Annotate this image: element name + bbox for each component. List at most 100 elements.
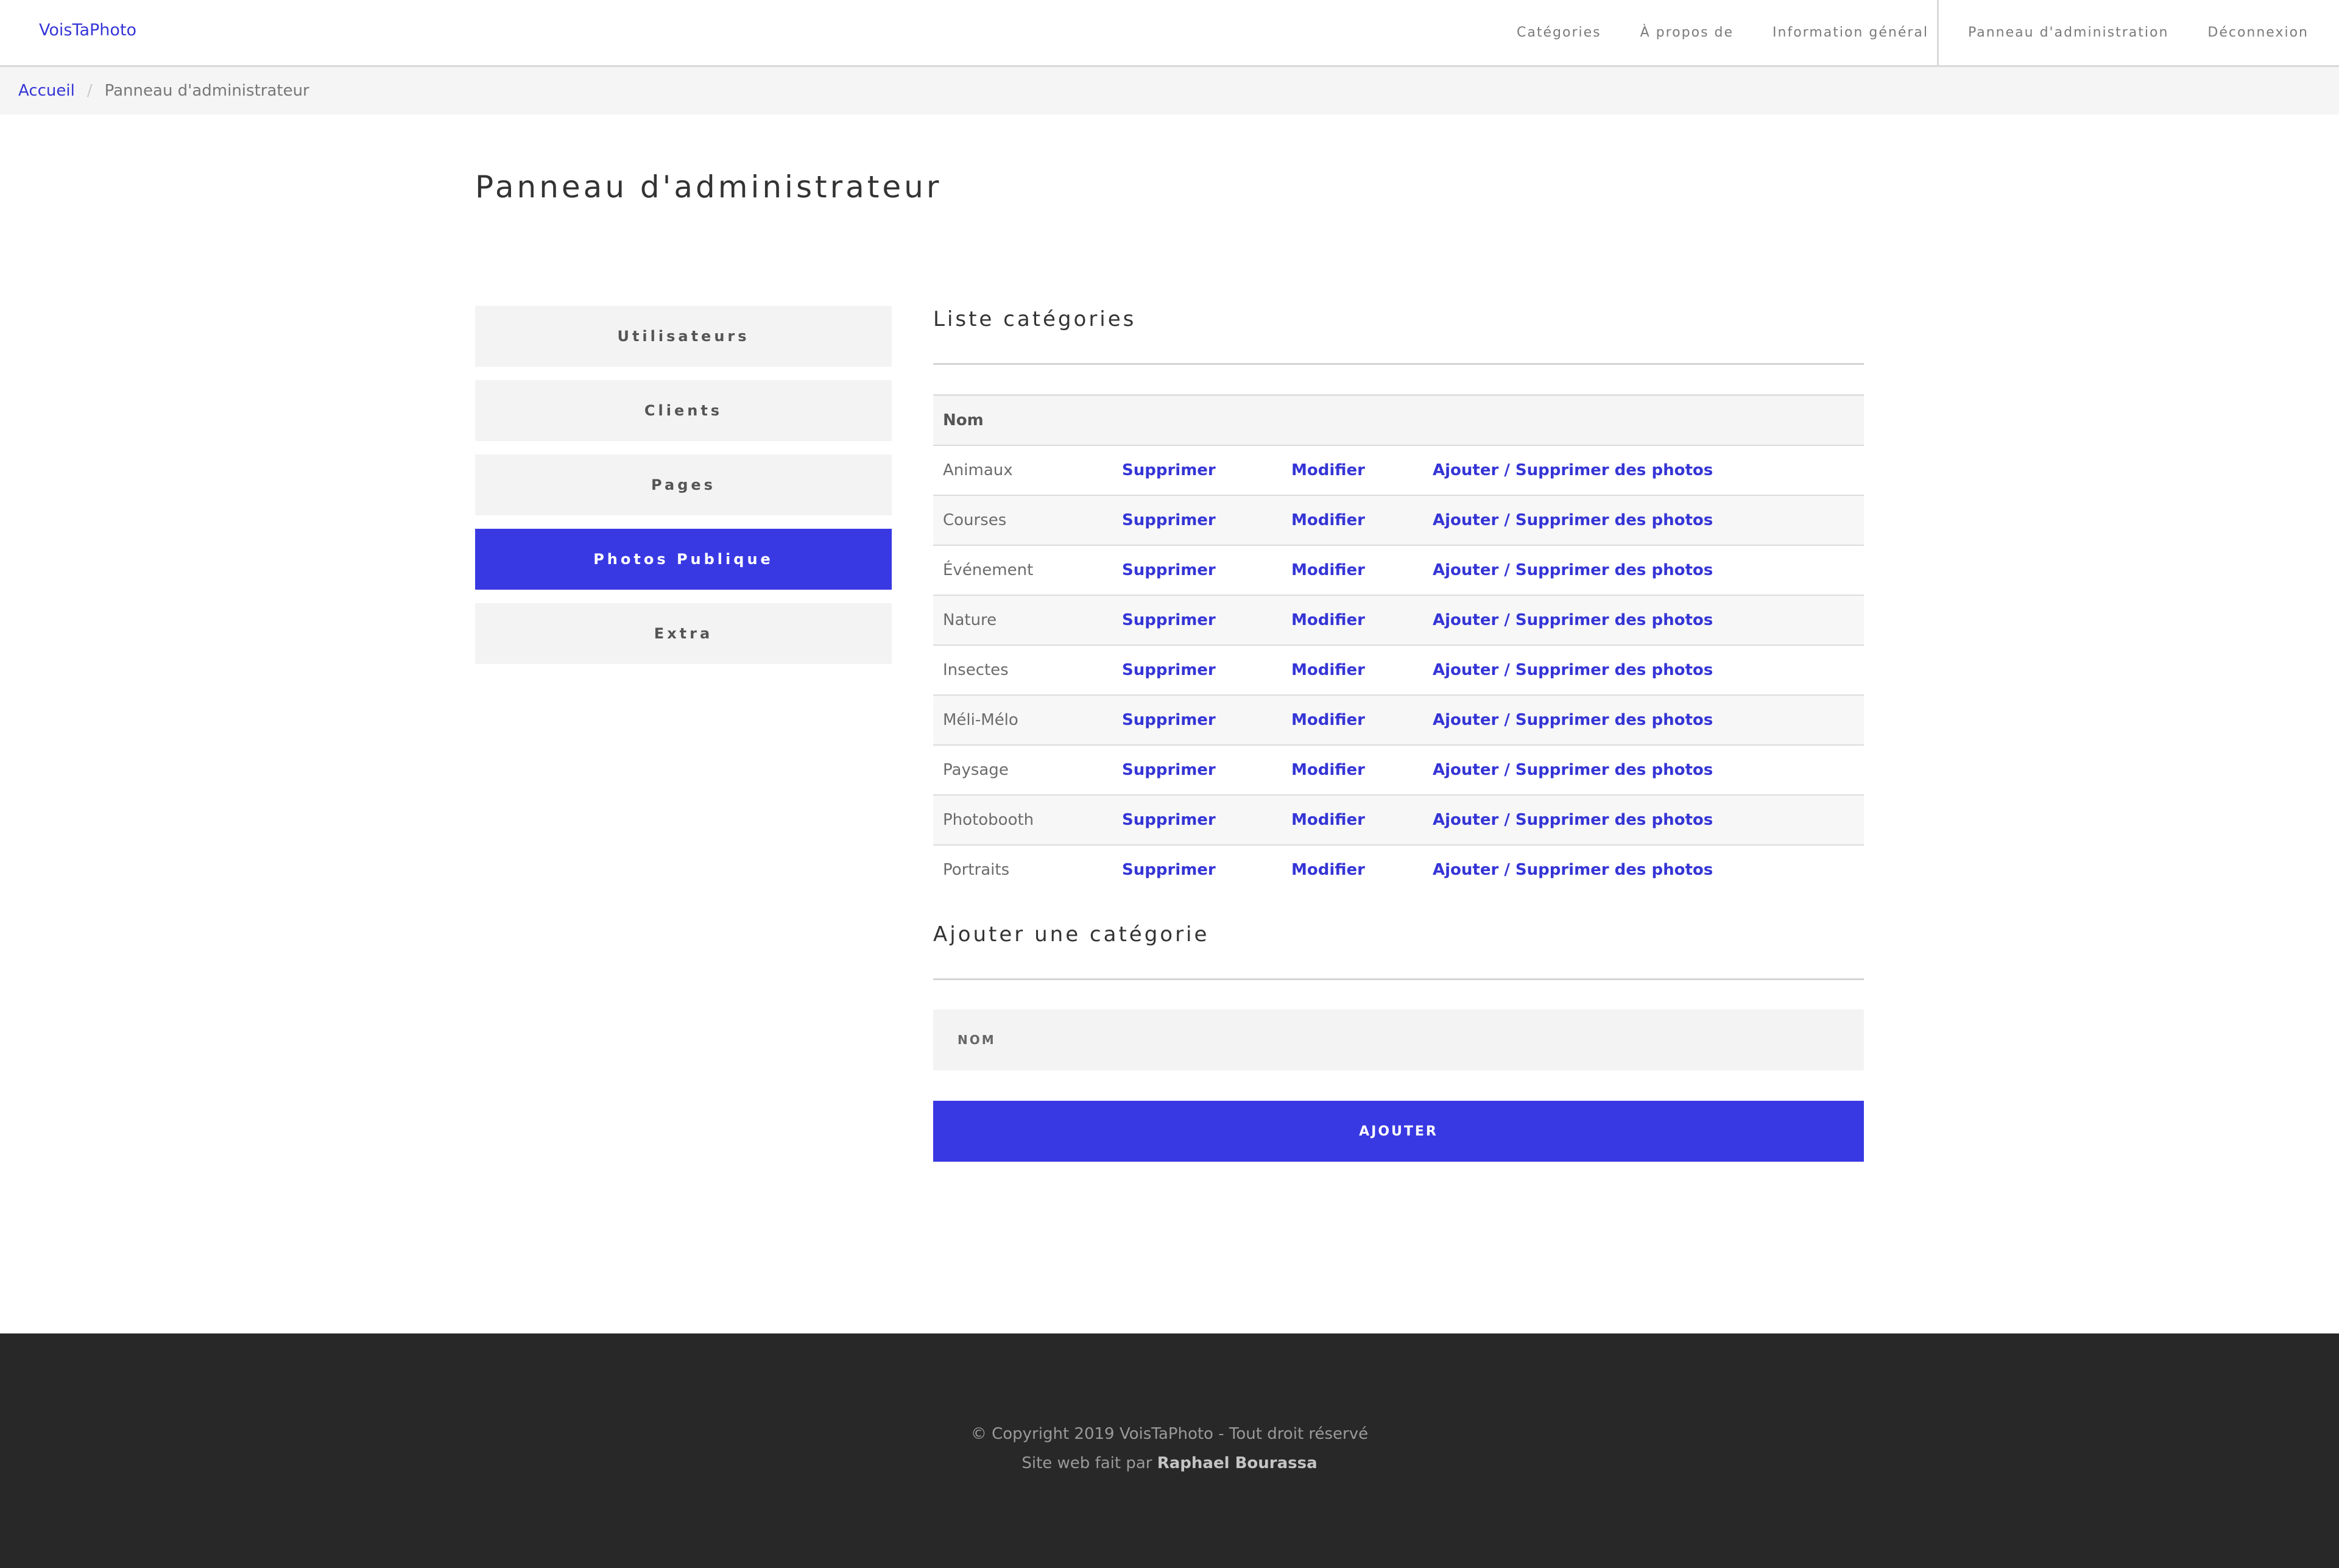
sidebar-item-users[interactable]: Utilisateurs — [475, 306, 892, 367]
table-row: Nature Supprimer Modifier Ajouter / Supprim… — [933, 595, 1864, 646]
table-row: Portraits Supprimer Modifier Ajouter / Supp… — [933, 845, 1864, 894]
sidebar-item-extra[interactable]: Extra — [475, 603, 892, 664]
table-cell: Supprimer — [1112, 795, 1282, 846]
table-cell: Modifier — [1282, 445, 1423, 496]
table-cell: Ajouter / Supprimer des photos — [1423, 795, 1864, 846]
table-cell: Modifier — [1282, 745, 1423, 796]
sidebar-item-public-photos[interactable]: Photos Publique — [475, 529, 892, 590]
nav-link-logout[interactable]: Déconnexion — [2188, 25, 2339, 40]
category-name-input[interactable] — [933, 1009, 1864, 1070]
manage-photos-link[interactable]: Ajouter / Supprimer des photos — [1433, 661, 1713, 679]
table-cell: Supprimer — [1112, 445, 1282, 496]
table-cell: Modifier — [1282, 645, 1423, 696]
categories-list-title: Liste catégories — [933, 306, 1864, 365]
delete-category-link[interactable]: Supprimer — [1122, 611, 1216, 629]
table-cell: Modifier — [1282, 795, 1423, 846]
manage-photos-link[interactable]: Ajouter / Supprimer des photos — [1433, 511, 1713, 529]
sidebar-item-pages[interactable]: Pages — [475, 454, 892, 515]
add-category-title: Ajouter une catégorie — [933, 921, 1864, 980]
table-cell: Ajouter / Supprimer des photos — [1423, 495, 1864, 546]
table-row: Événement Supprimer Modifier Ajouter / Supp… — [933, 545, 1864, 596]
edit-category-link[interactable]: Modifier — [1291, 461, 1365, 479]
table-cell: Ajouter / Supprimer des photos — [1423, 595, 1864, 646]
footer-credit-prefix: Site web fait par — [1021, 1454, 1152, 1472]
delete-category-link[interactable]: Supprimer — [1122, 461, 1216, 479]
table-row: Courses Supprimer Modifier Ajouter / Suppri… — [933, 495, 1864, 546]
edit-category-link[interactable]: Modifier — [1291, 611, 1365, 629]
table-cell: Modifier — [1282, 545, 1423, 596]
category-name-cell: Portraits — [943, 861, 1010, 879]
add-category-button[interactable]: AJOUTER — [933, 1101, 1864, 1162]
table-cell: Modifier — [1282, 845, 1423, 894]
table-cell: Ajouter / Supprimer des photos — [1423, 695, 1864, 746]
edit-category-link[interactable]: Modifier — [1291, 511, 1365, 529]
delete-category-link[interactable]: Supprimer — [1122, 511, 1216, 529]
manage-photos-link[interactable]: Ajouter / Supprimer des photos — [1433, 561, 1713, 579]
table-cell: Supprimer — [1112, 695, 1282, 746]
table-row: Paysage Supprimer Modifier Ajouter / Suppri… — [933, 745, 1864, 796]
edit-category-link[interactable]: Modifier — [1291, 711, 1365, 729]
breadcrumb-home-link[interactable]: Accueil — [18, 82, 75, 100]
edit-category-link[interactable]: Modifier — [1291, 861, 1365, 879]
category-name-cell: Événement — [933, 545, 1112, 596]
table-cell: Ajouter / Supprimer des photos — [1423, 545, 1864, 596]
main-nav: Catégories À propos de Information génér… — [1497, 0, 1948, 65]
manage-photos-link[interactable]: Ajouter / Supprimer des photos — [1433, 761, 1713, 779]
table-cell: Ajouter / Supprimer des photos — [1423, 645, 1864, 696]
edit-category-link[interactable]: Modifier — [1291, 661, 1365, 679]
nav-link-about[interactable]: À propos de — [1621, 25, 1753, 40]
delete-category-link[interactable]: Supprimer — [1122, 561, 1216, 579]
category-name-cell: Nature — [933, 595, 1112, 646]
delete-category-link[interactable]: Supprimer — [1122, 761, 1216, 779]
footer-copyright: © Copyright 2019 VoisTaPhoto - Tout droi… — [970, 1425, 1369, 1443]
edit-category-link[interactable]: Modifier — [1291, 761, 1365, 779]
table-row: Méli-Mélo Supprimer Modifier Ajouter / Supp… — [933, 695, 1864, 746]
manage-photos-link[interactable]: Ajouter / Supprimer des photos — [1433, 611, 1713, 629]
category-name-cell: Courses — [933, 495, 1112, 546]
categories-table-body: Animaux Supprimer Modifier Ajouter / Suppri… — [933, 445, 1864, 894]
table-cell: Supprimer — [1112, 595, 1282, 646]
manage-photos-link[interactable]: Ajouter / Supprimer des photos — [1433, 861, 1713, 879]
sidebar-item-clients[interactable]: Clients — [475, 380, 892, 441]
manage-photos-link[interactable]: Ajouter / Supprimer des photos — [1433, 711, 1713, 729]
delete-category-link[interactable]: Supprimer — [1122, 811, 1216, 829]
brand-logo-link[interactable]: VoisTaPhoto — [39, 21, 136, 40]
footer: © Copyright 2019 VoisTaPhoto - Tout droi… — [0, 1333, 2339, 1568]
table-cell: Ajouter / Supprimer des photos — [1423, 445, 1864, 496]
manage-photos-link[interactable]: Ajouter / Supprimer des photos — [1433, 811, 1713, 829]
category-name-cell: Photobooth — [933, 795, 1112, 846]
table-row: Animaux Supprimer Modifier Ajouter / Suppri… — [933, 445, 1864, 496]
table-cell: Modifier — [1282, 595, 1423, 646]
main-content: Liste catégories Nom Animaux Supprimer Mod… — [933, 306, 1864, 1162]
footer-credit: Site web fait par Raphael Bourassa — [0, 1454, 2339, 1472]
table-row: Insectes Supprimer Modifier Ajouter / Suppr… — [933, 645, 1864, 696]
breadcrumb-current: Panneau d'administrateur — [104, 82, 309, 100]
table-cell: Supprimer — [1112, 745, 1282, 796]
account-nav: Panneau d'administration Déconnexion — [1936, 0, 2339, 65]
footer-credit-author: Raphael Bourassa — [1157, 1454, 1318, 1472]
page-title: Panneau d'administrateur — [475, 169, 942, 205]
nav-link-admin-panel[interactable]: Panneau d'administration — [1939, 25, 2188, 40]
top-navbar: VoisTaPhoto Catégories À propos de Infor… — [0, 0, 2339, 67]
table-cell: Supprimer — [1112, 545, 1282, 596]
table-cell: Modifier — [1282, 695, 1423, 746]
table-cell: Ajouter / Supprimer des photos — [1423, 745, 1864, 796]
table-cell: Supprimer — [1112, 645, 1282, 696]
manage-photos-link[interactable]: Ajouter / Supprimer des photos — [1433, 461, 1713, 479]
edit-category-link[interactable]: Modifier — [1291, 561, 1365, 579]
category-name-cell: Paysage — [933, 745, 1112, 796]
delete-category-link[interactable]: Supprimer — [1122, 861, 1216, 879]
table-row: Photobooth Supprimer Modifier Ajouter / Sup… — [933, 795, 1864, 846]
delete-category-link[interactable]: Supprimer — [1122, 711, 1216, 729]
nav-link-categories[interactable]: Catégories — [1497, 25, 1621, 40]
table-cell: Modifier — [1282, 495, 1423, 546]
nav-link-general-info[interactable]: Information général — [1753, 25, 1948, 40]
edit-category-link[interactable]: Modifier — [1291, 811, 1365, 829]
delete-category-link[interactable]: Supprimer — [1122, 661, 1216, 679]
table-header-row: Nom — [933, 395, 1864, 446]
table-cell: Supprimer — [1112, 845, 1282, 894]
admin-sidebar: Utilisateurs Clients Pages Photos Publiq… — [475, 306, 892, 677]
table-cell: Ajouter / Supprimer des photos — [1423, 845, 1864, 894]
categories-table: Nom Animaux Supprimer Modifier Ajouter / Su… — [933, 394, 1864, 894]
category-name-cell: Méli-Mélo — [933, 695, 1112, 746]
